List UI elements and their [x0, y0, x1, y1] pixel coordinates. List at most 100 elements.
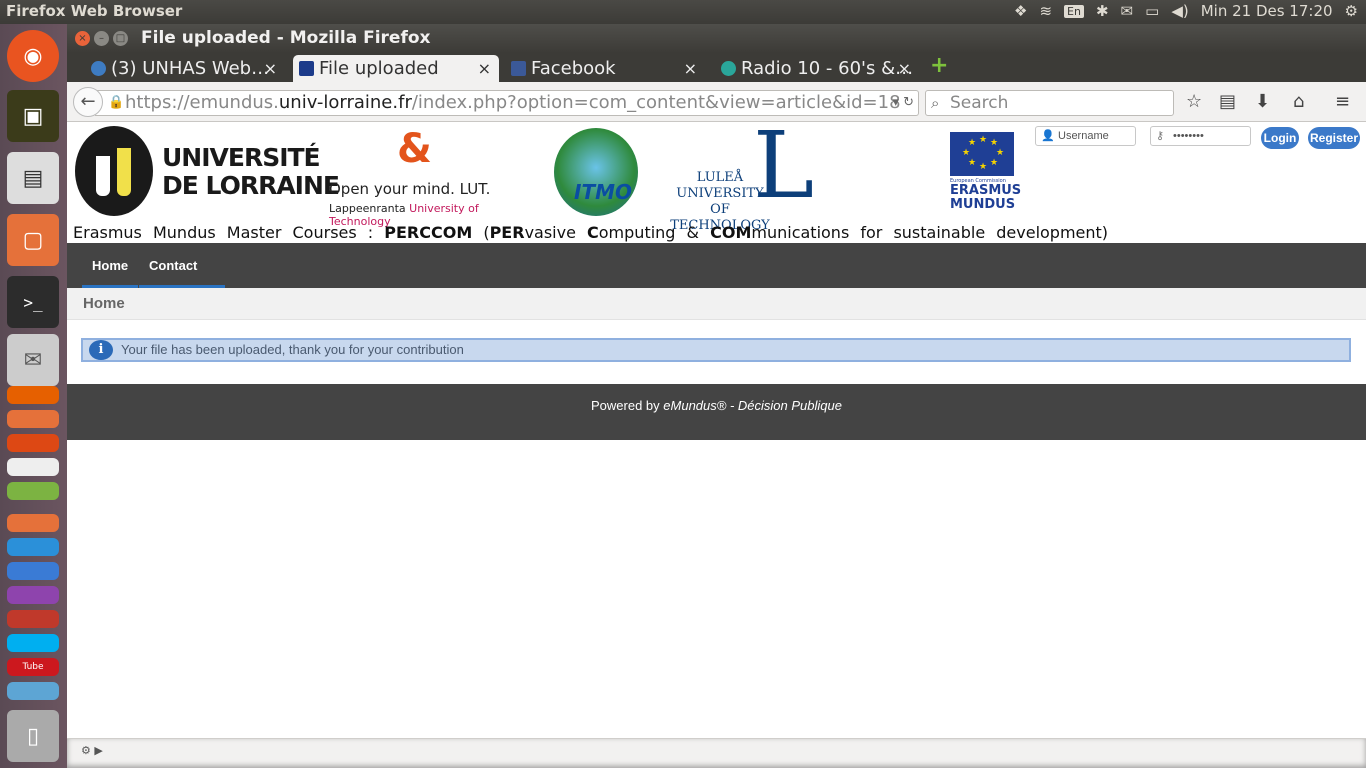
menu-item-home[interactable]: Home	[82, 243, 139, 288]
info-message-text: Your file has been uploaded, thank you f…	[121, 342, 464, 357]
tab-file-uploaded[interactable]: File uploaded ×	[293, 55, 499, 82]
username-field[interactable]: 👤 Username	[1035, 126, 1136, 146]
system-tray: ❖ ≋ En ✱ ✉ ▭ ◀) Min 21 Des 17:20 ⚙	[1014, 2, 1358, 20]
software-center-icon[interactable]	[7, 514, 59, 532]
close-tab-icon[interactable]: ×	[684, 55, 697, 82]
youtube-icon[interactable]: Tube	[7, 658, 59, 676]
home-icon[interactable]: ⌂	[1293, 91, 1304, 112]
ubuntu-dash-icon[interactable]: ◉	[7, 30, 59, 82]
site-header: UNIVERSITÉ DE LORRAINE & Open your mind.…	[67, 122, 1366, 243]
page-content: UNIVERSITÉ DE LORRAINE & Open your mind.…	[67, 122, 1366, 738]
mail-client-icon[interactable]: ✉	[7, 334, 59, 386]
tab-label: Radio 10 - 60's &…	[741, 58, 914, 79]
tab-unhas[interactable]: (3) UNHAS Web… ×	[85, 55, 285, 82]
breadcrumb: Home	[67, 288, 1366, 320]
close-tab-icon[interactable]: ×	[478, 55, 491, 82]
addon-bar-icon[interactable]: ⚙ ▶	[81, 744, 103, 757]
register-button[interactable]: Register	[1308, 127, 1360, 149]
file-manager-icon[interactable]: ▢	[7, 214, 59, 266]
emundus-favicon	[299, 61, 314, 76]
dropbox-icon[interactable]	[7, 538, 59, 556]
user-icon: 👤	[1041, 130, 1055, 142]
ebook-reader-icon[interactable]: ▤	[7, 152, 59, 204]
footer-emundus-link[interactable]: eMundus® - Décision Publique	[663, 398, 842, 413]
downloads-icon[interactable]: ⬇	[1255, 91, 1270, 112]
new-tab-button[interactable]: +	[930, 53, 948, 78]
system-top-panel: Firefox Web Browser ❖ ≋ En ✱ ✉ ▭ ◀) Min …	[0, 0, 1366, 24]
info-message: i Your file has been uploaded, thank you…	[81, 338, 1351, 362]
tab-radio[interactable]: Radio 10 - 60's &… ×	[715, 55, 919, 82]
dropbox-icon[interactable]: ❖	[1014, 2, 1027, 20]
url-prefix: https://emundus.	[125, 92, 279, 113]
key-icon: ⚷	[1156, 130, 1165, 142]
search-icon: ⌕	[931, 94, 940, 112]
firefox-icon[interactable]	[7, 386, 59, 404]
itmo-logo-text: ITMO	[574, 180, 632, 204]
universite-de-lorraine-logo[interactable]	[75, 126, 153, 216]
settings-gear-icon[interactable]: ⚙	[1345, 2, 1358, 20]
lut-ampersand-icon: &	[397, 126, 432, 172]
menu-item-contact-us[interactable]: Contact us	[139, 243, 225, 318]
radio-favicon	[721, 61, 736, 76]
lulea-logo[interactable]: L LULEÅ UNIVERSITY OF TECHNOLOGY	[665, 122, 825, 233]
udl-logo-text: UNIVERSITÉ DE LORRAINE	[162, 143, 340, 200]
quran-app-icon[interactable]: ▣	[7, 90, 59, 142]
url-dropdown-reload[interactable]: ▾ ↻	[892, 91, 914, 115]
addon-bar: ⚙ ▶	[67, 738, 1366, 768]
lock-icon[interactable]: 🔒	[108, 91, 124, 115]
app-icon[interactable]	[7, 610, 59, 628]
bookmarks-menu-icon[interactable]: ▤	[1219, 91, 1236, 112]
eu-flag-icon: ★ ★ ★ ★ ★ ★ ★ ★	[950, 132, 1014, 176]
login-button[interactable]: Login	[1261, 127, 1299, 149]
erasmus-mundus-logo[interactable]: ★ ★ ★ ★ ★ ★ ★ ★ European Commission ERASMUS M…	[950, 132, 1021, 214]
wifi-icon[interactable]: ≋	[1039, 2, 1052, 20]
url-path: /index.php?option=com_content&view=artic…	[411, 92, 901, 113]
terminal-icon[interactable]: >_	[7, 276, 59, 328]
minimize-window-icon[interactable]: –	[94, 31, 109, 46]
tab-label: Facebook	[531, 58, 616, 79]
url-bar[interactable]: 🔒 https://emundus.univ-lorraine.fr/index.…	[95, 90, 919, 116]
breadcrumb-home[interactable]: Home	[83, 295, 125, 312]
unity-launcher: ◉ ▣ ▤ ▢ >_ ✉ Tube ▯	[0, 24, 67, 768]
bluetooth-icon[interactable]: ✱	[1096, 2, 1109, 20]
app-icon[interactable]	[7, 482, 59, 500]
site-footer: Powered by eMundus® - Décision Publique	[67, 384, 1366, 440]
close-tab-icon[interactable]: ×	[898, 55, 911, 82]
trash-icon[interactable]: ▯	[7, 710, 59, 762]
volume-icon[interactable]: ◀)	[1171, 2, 1188, 20]
navigation-toolbar: 🔒 https://emundus.univ-lorraine.fr/index.…	[67, 82, 1366, 122]
app-icon[interactable]	[7, 410, 59, 428]
app-icon[interactable]	[7, 458, 59, 476]
tab-facebook[interactable]: Facebook ×	[505, 55, 705, 82]
search-input[interactable]: ⌕ Search	[925, 90, 1174, 116]
bookmark-star-icon[interactable]: ☆	[1186, 91, 1202, 112]
main-menu: Home Contact us	[67, 243, 1366, 318]
tab-label: (3) UNHAS Web…	[111, 58, 270, 79]
back-button[interactable]: ←	[73, 87, 103, 117]
lut-tagline: Open your mind. LUT.	[329, 180, 491, 198]
close-window-icon[interactable]: ×	[75, 31, 90, 46]
password-field[interactable]: ⚷ ••••••••	[1150, 126, 1251, 146]
menu-icon[interactable]: ≡	[1335, 91, 1350, 112]
unhas-favicon	[91, 61, 106, 76]
clock[interactable]: Min 21 Des 17:20	[1201, 2, 1333, 20]
thunderbird-icon[interactable]	[7, 586, 59, 604]
app-icon[interactable]	[7, 562, 59, 580]
maximize-window-icon[interactable]: □	[113, 31, 128, 46]
keyboard-lang-indicator[interactable]: En	[1064, 4, 1084, 18]
window-title: File uploaded - Mozilla Firefox	[141, 28, 431, 48]
mail-icon[interactable]: ✉	[1121, 2, 1134, 20]
info-icon: i	[89, 340, 113, 360]
tab-strip: (3) UNHAS Web… × File uploaded × Faceboo…	[67, 53, 1366, 82]
app-icon[interactable]	[7, 434, 59, 452]
firefox-window: × – □ File uploaded - Mozilla Firefox (3…	[67, 24, 1366, 768]
itmo-logo[interactable]: ITMO	[554, 128, 638, 216]
facebook-favicon	[511, 61, 526, 76]
close-tab-icon[interactable]: ×	[264, 55, 277, 82]
app-icon[interactable]	[7, 682, 59, 700]
skype-icon[interactable]	[7, 634, 59, 652]
url-domain: univ-lorraine.fr	[278, 92, 412, 113]
battery-icon[interactable]: ▭	[1145, 2, 1159, 20]
lut-logo[interactable]: & Open your mind. LUT. Lappeenranta Univ…	[329, 126, 519, 228]
window-titlebar: × – □ File uploaded - Mozilla Firefox	[67, 24, 1366, 53]
